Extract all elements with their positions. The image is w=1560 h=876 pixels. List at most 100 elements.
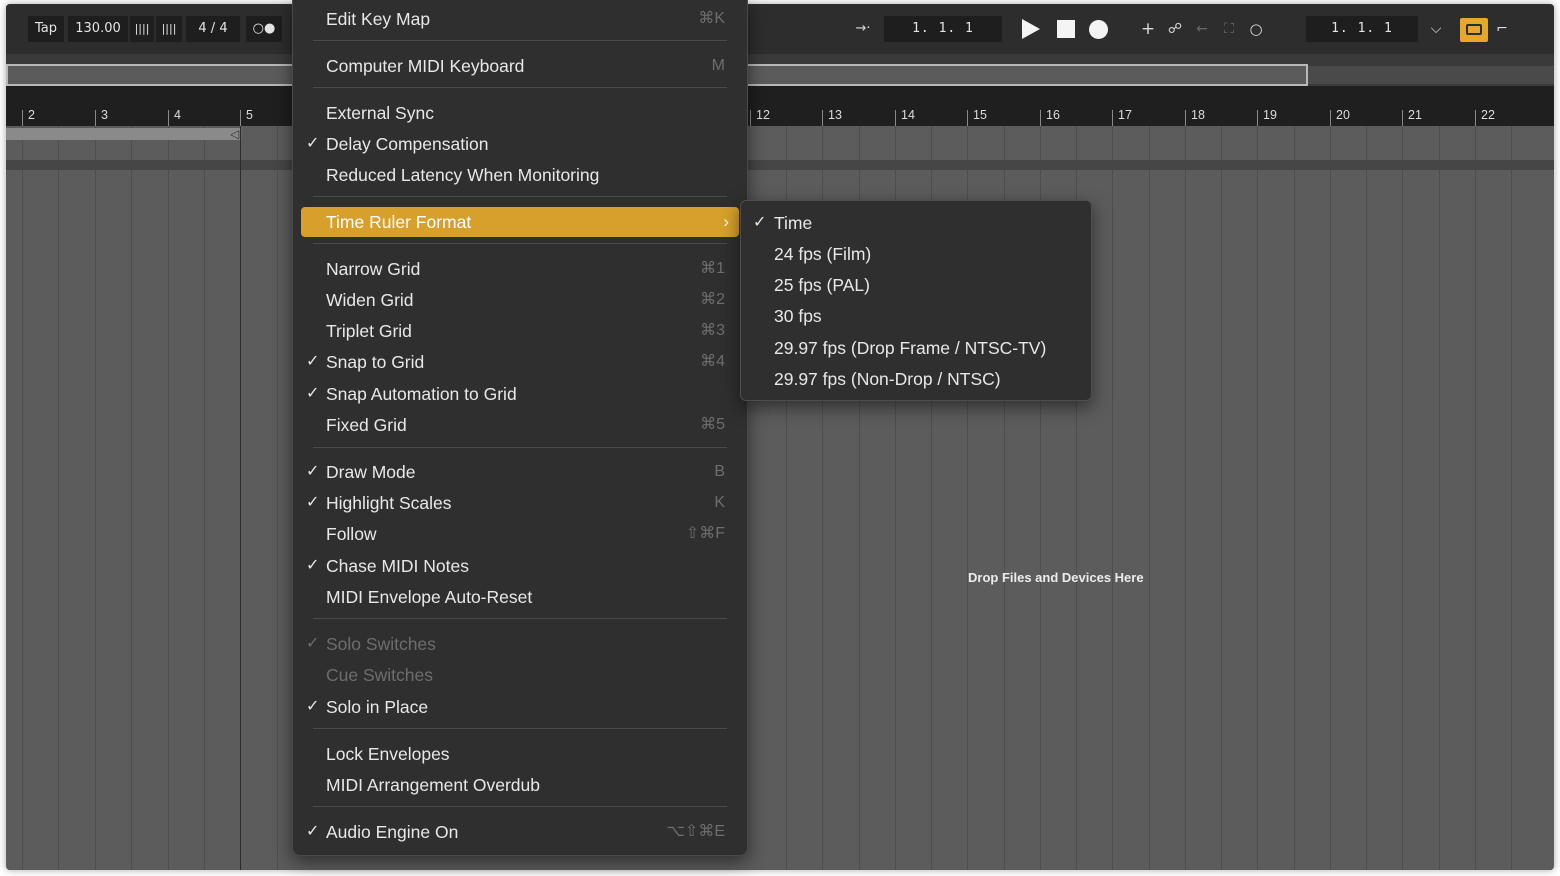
play-icon[interactable] — [1022, 19, 1040, 39]
arrangement-position-field[interactable]: 1. 1. 1 — [884, 16, 1002, 42]
menu-item-shortcut: B — [714, 463, 725, 480]
submenu-item-2997-drop-frame[interactable]: 29.97 fps (Drop Frame / NTSC-TV) — [747, 333, 1085, 363]
grid-line — [95, 126, 96, 870]
menu-item-label: Edit Key Map — [326, 9, 431, 29]
menu-item-label: Highlight Scales — [326, 493, 452, 513]
ruler-label: 20 — [1336, 108, 1350, 122]
nudge-down-icon[interactable]: |||| — [130, 16, 154, 42]
grid-line — [1330, 126, 1331, 870]
ruler-label: 3 — [101, 108, 108, 122]
submenu-item-30fps[interactable]: 30 fps — [747, 301, 1085, 331]
check-icon: ✓ — [753, 214, 767, 231]
menu-item-widen-grid[interactable]: Widen Grid ⌘2 — [301, 285, 739, 315]
loop-start-field[interactable]: 1. 1. 1 — [1306, 16, 1418, 42]
ruler-label: 17 — [1118, 108, 1132, 122]
menu-item-delay-compensation[interactable]: ✓ Delay Compensation — [301, 129, 739, 159]
session-record-icon[interactable]: ○ — [1244, 17, 1268, 41]
ruler-label: 2 — [28, 108, 35, 122]
menu-item-label: Lock Envelopes — [326, 744, 450, 764]
loop-end-handle-icon[interactable]: ◁ — [230, 128, 239, 140]
follow-arrow-icon[interactable]: →· — [846, 17, 880, 41]
menu-item-reduced-latency[interactable]: Reduced Latency When Monitoring — [301, 160, 739, 190]
menu-item-midi-arrangement-overdub[interactable]: MIDI Arrangement Overdub — [301, 770, 739, 800]
loop-toggle-icon[interactable] — [1460, 18, 1488, 42]
menu-item-edit-key-map[interactable]: Edit Key Map ⌘K — [301, 4, 739, 34]
punch-out-icon[interactable]: ⌐ — [1490, 17, 1514, 41]
submenu-item-2997-non-drop[interactable]: 29.97 fps (Non-Drop / NTSC) — [747, 364, 1085, 394]
grid-line — [22, 126, 23, 870]
menu-separator — [313, 618, 727, 619]
menu-item-snap-to-grid[interactable]: ✓ Snap to Grid ⌘4 — [301, 347, 739, 377]
menu-item-shortcut: ⇧⌘F — [685, 525, 725, 542]
submenu-item-label: 29.97 fps (Drop Frame / NTSC-TV) — [774, 338, 1047, 358]
automation-arm-icon[interactable]: ☍ — [1163, 17, 1187, 41]
menu-item-solo-in-place[interactable]: ✓ Solo in Place — [301, 692, 739, 722]
ruler-tick — [967, 110, 968, 126]
insert-marker-line — [240, 126, 241, 870]
submenu-item-label: 25 fps (PAL) — [774, 275, 870, 295]
nudge-up-icon[interactable]: |||| — [156, 16, 182, 42]
menu-item-follow[interactable]: Follow ⇧⌘F — [301, 519, 739, 549]
capture-icon[interactable]: ⛶ — [1217, 17, 1241, 41]
menu-separator — [313, 87, 727, 88]
menu-item-time-ruler-format[interactable]: Time Ruler Format › — [301, 207, 739, 237]
menu-item-shortcut: ⌘1 — [700, 260, 725, 277]
menu-item-highlight-scales[interactable]: ✓ Highlight Scales K — [301, 488, 739, 518]
menu-item-shortcut: ⌘K — [698, 10, 725, 27]
ruler-tick — [750, 110, 751, 126]
ruler-tick — [1185, 110, 1186, 126]
menu-item-label: Cue Switches — [326, 665, 433, 685]
ruler-label: 15 — [973, 108, 987, 122]
punch-in-icon[interactable]: ⌵ — [1424, 17, 1448, 41]
grid-line — [1112, 126, 1113, 870]
grid-line — [1257, 126, 1258, 870]
menu-item-computer-midi-keyboard[interactable]: Computer MIDI Keyboard M — [301, 51, 739, 81]
back-to-arrangement-icon[interactable]: ← — [1190, 17, 1214, 41]
check-icon: ✓ — [306, 135, 320, 152]
ruler-label: 18 — [1191, 108, 1205, 122]
beat-time-ruler[interactable]: 2 3 4 5 12 13 14 15 16 17 18 19 20 21 22 — [6, 86, 1554, 126]
submenu-item-label: Time — [774, 213, 813, 233]
live-window: Tap 130.00 |||| |||| 4 / 4 ○● →· 1. 1. 1… — [6, 4, 1554, 870]
submenu-item-25fps[interactable]: 25 fps (PAL) — [747, 270, 1085, 300]
menu-item-label: Audio Engine On — [326, 822, 459, 842]
menu-item-narrow-grid[interactable]: Narrow Grid ⌘1 — [301, 254, 739, 284]
ruler-tick — [168, 110, 169, 126]
ruler-tick — [1112, 110, 1113, 126]
record-icon[interactable] — [1089, 20, 1108, 39]
arrangement-overview[interactable] — [6, 54, 1554, 86]
menu-item-external-sync[interactable]: External Sync — [301, 98, 739, 128]
menu-item-audio-engine-on[interactable]: ✓ Audio Engine On ⌥⇧⌘E — [301, 817, 739, 847]
menu-item-label: Fixed Grid — [326, 415, 407, 435]
stop-icon[interactable] — [1057, 20, 1075, 38]
menu-item-label: Time Ruler Format — [326, 212, 472, 232]
overdub-plus-icon[interactable]: + — [1136, 17, 1160, 41]
menu-item-draw-mode[interactable]: ✓ Draw Mode B — [301, 457, 739, 487]
time-signature-field[interactable]: 4 / 4 — [186, 16, 240, 42]
menu-item-label: Widen Grid — [326, 290, 414, 310]
menu-item-fixed-grid[interactable]: Fixed Grid ⌘5 — [301, 410, 739, 440]
grid-line — [1475, 126, 1476, 870]
menu-item-snap-automation-to-grid[interactable]: ✓ Snap Automation to Grid — [301, 379, 739, 409]
grid-line — [204, 126, 205, 870]
menu-item-chase-midi-notes[interactable]: ✓ Chase MIDI Notes — [301, 551, 739, 581]
menu-item-lock-envelopes[interactable]: Lock Envelopes — [301, 739, 739, 769]
menu-item-midi-envelope-auto-reset[interactable]: MIDI Envelope Auto-Reset — [301, 582, 739, 612]
loop-brace[interactable] — [6, 128, 242, 140]
options-menu: Edit Key Map ⌘K Computer MIDI Keyboard M… — [292, 0, 748, 856]
submenu-item-time[interactable]: ✓ Time — [747, 208, 1085, 238]
check-icon: ✓ — [306, 494, 320, 511]
menu-separator — [313, 806, 727, 807]
grid-line — [277, 126, 278, 870]
submenu-item-24fps[interactable]: 24 fps (Film) — [747, 239, 1085, 269]
tempo-field[interactable]: 130.00 — [68, 16, 128, 42]
menu-item-triplet-grid[interactable]: Triplet Grid ⌘3 — [301, 316, 739, 346]
check-icon: ✓ — [306, 463, 320, 480]
grid-line — [1402, 126, 1403, 870]
ruler-label: 19 — [1263, 108, 1277, 122]
metronome-icon[interactable]: ○● — [246, 16, 282, 42]
menu-item-shortcut: ⌘5 — [700, 416, 725, 433]
ruler-label: 4 — [174, 108, 181, 122]
tap-tempo-button[interactable]: Tap — [28, 16, 64, 42]
submenu-item-label: 30 fps — [774, 306, 822, 326]
